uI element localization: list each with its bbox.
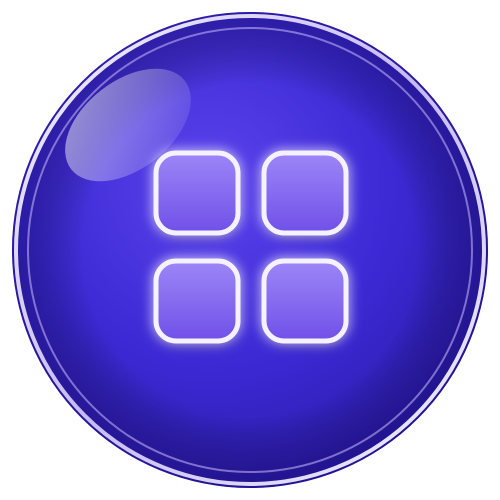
app-grid-button[interactable] <box>0 0 500 500</box>
grid-tile-bottom-left <box>153 258 241 344</box>
app-grid-icon <box>12 12 488 488</box>
grid-tile-bottom-right <box>261 258 349 344</box>
grid-tile-top-right <box>261 150 349 236</box>
icon-canvas <box>0 0 500 500</box>
grid-tile-top-left <box>153 150 241 236</box>
